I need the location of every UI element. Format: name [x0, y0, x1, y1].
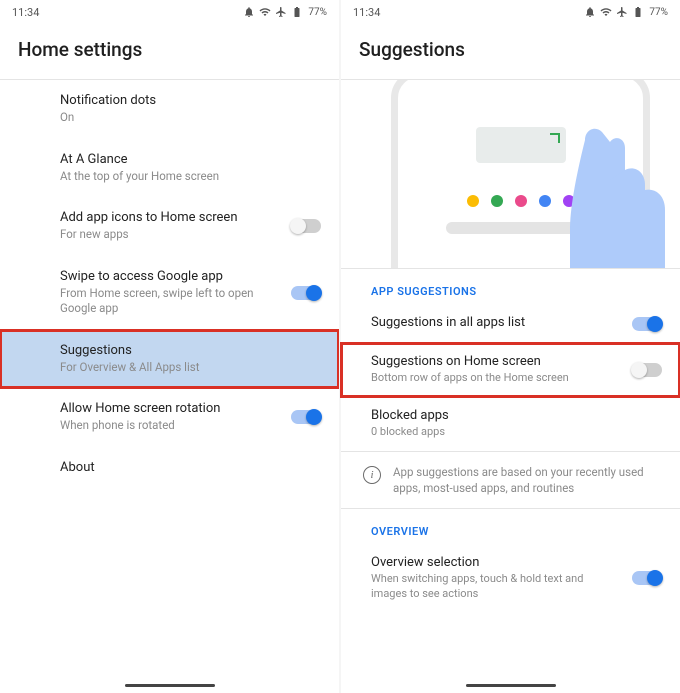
page-title: Home settings — [0, 24, 339, 79]
item-title: Notification dots — [60, 93, 321, 108]
setting-suggestions-home-screen[interactable]: Suggestions on Home screen Bottom row of… — [341, 343, 680, 397]
notifications-off-icon — [584, 6, 596, 18]
setting-suggestions-all-apps[interactable]: Suggestions in all apps list — [341, 304, 680, 343]
item-title: Suggestions on Home screen — [371, 354, 620, 369]
search-pill-graphic — [446, 222, 596, 234]
settings-list: Notification dots On At A Glance At the … — [0, 80, 339, 693]
app-dot — [515, 195, 527, 207]
battery-percent: 77% — [308, 7, 327, 18]
item-subtitle: For new apps — [60, 227, 321, 243]
item-subtitle: When phone is rotated — [60, 418, 321, 434]
app-dot — [539, 195, 551, 207]
app-dot — [467, 195, 479, 207]
status-bar: 11:34 77% — [341, 0, 680, 24]
item-subtitle: At the top of your Home screen — [60, 169, 321, 185]
item-subtitle: From Home screen, swipe left to open Goo… — [60, 286, 270, 317]
battery-icon — [291, 6, 303, 18]
phone-frame-graphic — [391, 80, 650, 268]
setting-suggestions[interactable]: Suggestions For Overview & All Apps list — [0, 330, 339, 389]
setting-at-a-glance[interactable]: At A Glance At the top of your Home scre… — [0, 139, 339, 198]
toggle-swipe-google[interactable] — [291, 286, 321, 300]
item-subtitle: 0 blocked apps — [371, 425, 620, 440]
item-title: Swipe to access Google app — [60, 269, 321, 284]
airplane-icon — [275, 6, 287, 18]
battery-percent: 77% — [649, 7, 668, 18]
wifi-icon — [259, 6, 271, 18]
widget-graphic — [476, 127, 566, 163]
setting-swipe-google-app[interactable]: Swipe to access Google app From Home scr… — [0, 256, 339, 330]
setting-blocked-apps[interactable]: Blocked apps 0 blocked apps — [341, 397, 680, 451]
info-row: i App suggestions are based on your rece… — [341, 452, 680, 508]
status-icons: 77% — [243, 6, 327, 18]
app-dot — [491, 195, 503, 207]
item-title: Allow Home screen rotation — [60, 401, 321, 416]
item-title: About — [60, 460, 321, 475]
illustration — [341, 80, 680, 268]
item-title: Blocked apps — [371, 408, 620, 423]
item-title: At A Glance — [60, 152, 321, 167]
item-title: Suggestions — [60, 343, 321, 358]
info-icon: i — [363, 466, 381, 484]
airplane-icon — [616, 6, 628, 18]
item-subtitle: For Overview & All Apps list — [60, 360, 321, 376]
notifications-off-icon — [243, 6, 255, 18]
section-app-suggestions: APP SUGGESTIONS — [341, 269, 680, 304]
info-text: App suggestions are based on your recent… — [393, 464, 660, 496]
nav-handle[interactable] — [125, 684, 215, 687]
status-time: 11:34 — [12, 6, 39, 19]
suggestions-screen: 11:34 77% Suggestions — [341, 0, 680, 693]
toggle-suggestions-all-apps[interactable] — [632, 317, 662, 331]
toggle-overview-selection[interactable] — [632, 571, 662, 585]
home-settings-screen: 11:34 77% Home settings Notification dot… — [0, 0, 339, 693]
toggle-add-app-icons[interactable] — [291, 219, 321, 233]
item-title: Suggestions in all apps list — [371, 315, 620, 330]
item-title: Add app icons to Home screen — [60, 210, 321, 225]
item-subtitle: When switching apps, touch & hold text a… — [371, 572, 591, 602]
status-time: 11:34 — [353, 6, 380, 19]
section-overview: OVERVIEW — [341, 509, 680, 544]
setting-rotation[interactable]: Allow Home screen rotation When phone is… — [0, 388, 339, 447]
setting-overview-selection[interactable]: Overview selection When switching apps, … — [341, 544, 680, 613]
battery-icon — [632, 6, 644, 18]
nav-handle[interactable] — [466, 684, 556, 687]
setting-about[interactable]: About — [0, 447, 339, 490]
app-dot — [563, 195, 575, 207]
item-subtitle: Bottom row of apps on the Home screen — [371, 371, 620, 386]
app-dots-row — [467, 195, 575, 207]
item-title: Overview selection — [371, 555, 620, 570]
wifi-icon — [600, 6, 612, 18]
status-bar: 11:34 77% — [0, 0, 339, 24]
setting-add-app-icons[interactable]: Add app icons to Home screen For new app… — [0, 197, 339, 256]
status-icons: 77% — [584, 6, 668, 18]
toggle-suggestions-home[interactable] — [632, 363, 662, 377]
item-subtitle: On — [60, 110, 321, 126]
setting-notification-dots[interactable]: Notification dots On — [0, 80, 339, 139]
page-title: Suggestions — [341, 24, 680, 79]
toggle-rotation[interactable] — [291, 410, 321, 424]
